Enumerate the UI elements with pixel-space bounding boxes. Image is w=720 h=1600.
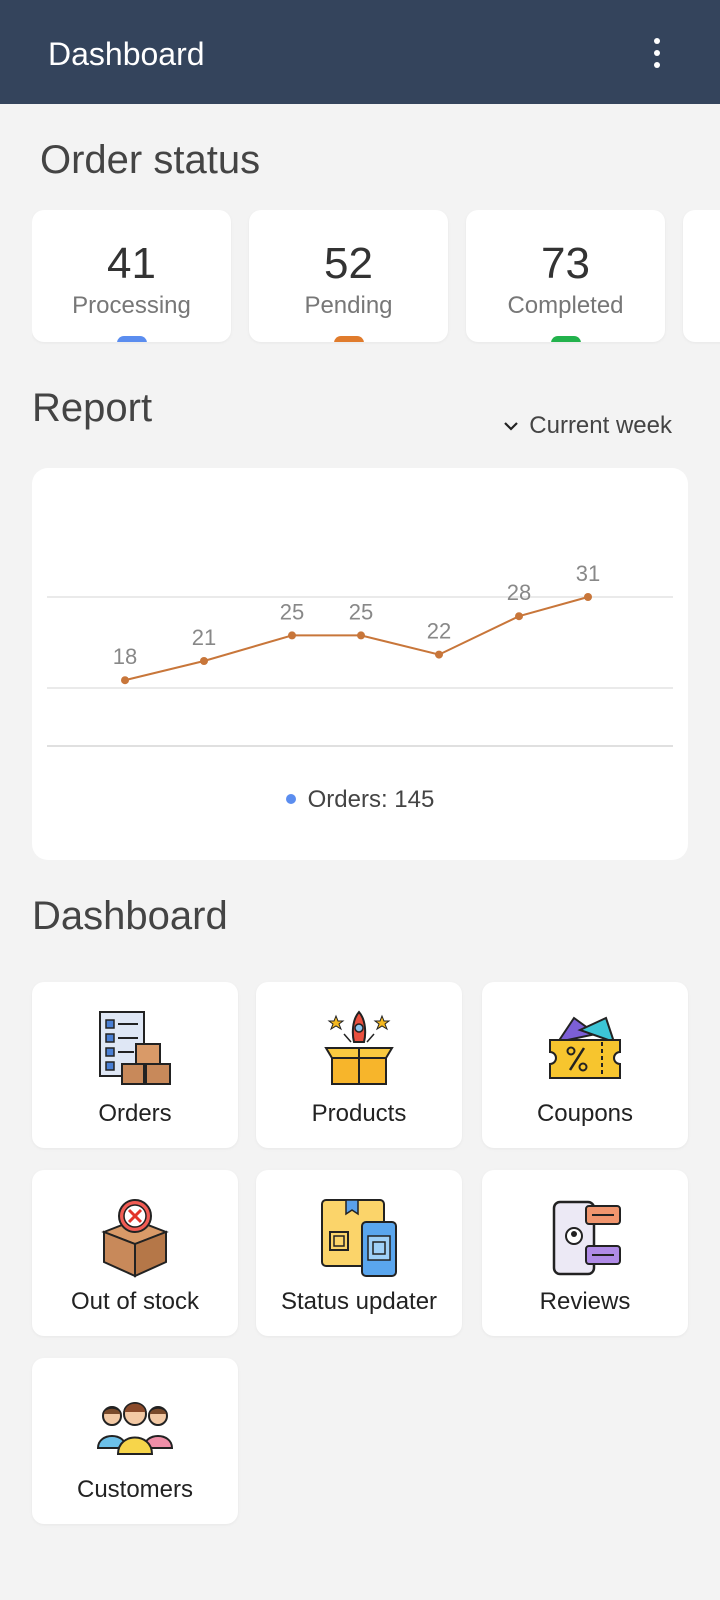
tile-label: Customers [76, 1476, 194, 1503]
status-card-partial[interactable] [683, 210, 720, 342]
products-icon [324, 1010, 394, 1085]
chevron-down-icon [504, 422, 519, 431]
legend-label: Orders: 145 [307, 786, 435, 813]
data-label: 28 [507, 580, 531, 605]
tile-label: Reviews [539, 1288, 631, 1315]
status-updater-icon [321, 1199, 397, 1277]
data-label: 21 [192, 625, 216, 650]
data-label: 31 [576, 561, 600, 586]
out-of-stock-icon [101, 1199, 169, 1278]
reviews-icon [552, 1200, 621, 1276]
tile-label: Coupons [536, 1100, 634, 1127]
data-label: 18 [113, 644, 137, 669]
data-point [200, 657, 208, 665]
data-label: 25 [280, 599, 304, 624]
week-range-label: Current week [529, 412, 672, 439]
legend-dot [285, 793, 296, 804]
data-point [515, 612, 523, 621]
data-label: 25 [349, 599, 373, 624]
orders-icon [99, 1011, 171, 1085]
more-vert-icon[interactable] [642, 34, 672, 74]
status-indicator [116, 336, 147, 342]
report-chart-card: 18 21 25 25 22 28 31 Orders: 145 [32, 468, 688, 860]
tile-reviews[interactable]: Reviews [482, 1170, 688, 1336]
data-label: 22 [427, 619, 451, 644]
status-card-processing[interactable]: 41 Processing [32, 210, 231, 342]
coupons-icon [549, 1016, 621, 1079]
tile-coupons[interactable]: Coupons [482, 982, 688, 1148]
status-label: Pending [304, 292, 393, 319]
tile-products[interactable]: Products [256, 982, 462, 1148]
tile-orders[interactable]: Orders [32, 982, 238, 1148]
app-bar: Dashboard [0, 0, 720, 104]
data-point [357, 631, 365, 640]
status-indicator [550, 336, 581, 342]
status-card-completed[interactable]: 73 Completed [466, 210, 665, 342]
data-point [435, 650, 443, 659]
status-count: 73 [541, 239, 590, 288]
app-title: Dashboard [48, 36, 205, 72]
data-point [121, 676, 129, 685]
report-title: Report [32, 386, 153, 430]
tile-label: Out of stock [70, 1288, 200, 1315]
order-status-row[interactable]: 41 Processing 52 Pending 73 Completed [32, 210, 720, 345]
tile-customers[interactable]: Customers [32, 1358, 238, 1524]
status-card-pending[interactable]: 52 Pending [249, 210, 448, 342]
customers-icon [96, 1402, 174, 1455]
tile-out-of-stock[interactable]: Out of stock [32, 1170, 238, 1336]
data-point [288, 631, 296, 640]
status-count: 41 [107, 239, 156, 288]
status-count: 52 [324, 239, 373, 288]
week-range-dropdown[interactable]: Current week [503, 412, 672, 440]
tile-label: Orders [98, 1100, 172, 1127]
order-status-title: Order status [40, 138, 261, 182]
orders-line-chart: 18 21 25 25 22 28 31 [47, 561, 673, 747]
data-point [584, 593, 592, 601]
chart-legend: Orders: 145 [32, 786, 688, 814]
status-label: Processing [72, 292, 191, 319]
tile-status-updater[interactable]: Status updater [256, 1170, 462, 1336]
dashboard-section-title: Dashboard [32, 894, 228, 938]
status-indicator [333, 336, 364, 342]
tile-label: Status updater [280, 1288, 438, 1315]
tile-label: Products [311, 1100, 407, 1127]
status-label: Completed [507, 292, 624, 319]
